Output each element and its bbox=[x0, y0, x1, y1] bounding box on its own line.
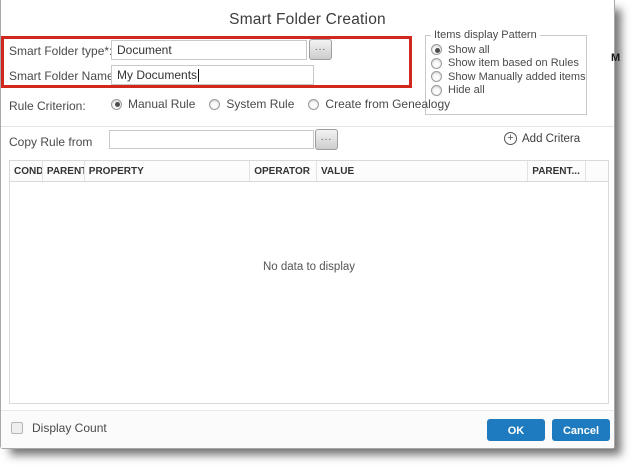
add-criteria-button[interactable]: + Add Critera bbox=[504, 132, 580, 145]
add-criteria-label: Add Critera bbox=[522, 133, 580, 145]
copy-rule-from-label: Copy Rule from bbox=[9, 135, 92, 149]
column-header-condition[interactable]: COND... bbox=[10, 161, 42, 181]
column-header-parent-1[interactable]: PARENT... bbox=[42, 161, 84, 181]
screen: Smart Folder Creation Smart Folder type*… bbox=[0, 0, 634, 467]
radio-label: Show item based on Rules bbox=[448, 57, 579, 69]
radio-show-item-based-on-rules[interactable]: Show item based on Rules bbox=[431, 57, 586, 69]
section-divider bbox=[1, 126, 614, 127]
column-header-property[interactable]: PROPERTY bbox=[84, 161, 249, 181]
smart-folder-type-input[interactable]: Document bbox=[111, 40, 307, 60]
rule-criterion-label: Rule Criterion: bbox=[9, 99, 86, 113]
radio-hide-all[interactable]: Hide all bbox=[431, 84, 586, 96]
radio-label: Show Manually added items bbox=[448, 71, 586, 83]
radio-label: Hide all bbox=[448, 84, 485, 96]
criteria-table-header: COND... PARENT... PROPERTY OPERATOR VALU… bbox=[10, 161, 608, 182]
radio-button-icon[interactable] bbox=[209, 99, 220, 110]
radio-button-icon[interactable] bbox=[431, 44, 442, 55]
smart-folder-creation-dialog: Smart Folder Creation Smart Folder type*… bbox=[0, 0, 615, 449]
radio-show-all[interactable]: Show all bbox=[431, 44, 586, 56]
rule-criterion-options: Manual Rule System Rule Create from Gene… bbox=[111, 97, 458, 111]
smart-folder-name-label: Smart Folder Name*: bbox=[9, 69, 122, 83]
radio-button-icon[interactable] bbox=[308, 99, 319, 110]
radio-show-manually-added-items[interactable]: Show Manually added items bbox=[431, 71, 586, 83]
copy-rule-from-input[interactable] bbox=[109, 130, 314, 149]
circled-plus-icon: + bbox=[504, 132, 517, 145]
display-count-label: Display Count bbox=[32, 421, 107, 435]
column-header-blank[interactable] bbox=[585, 161, 608, 181]
radio-manual-rule[interactable]: Manual Rule bbox=[128, 97, 195, 111]
empty-table-message: No data to display bbox=[10, 261, 608, 273]
dialog-title: Smart Folder Creation bbox=[1, 11, 614, 29]
criteria-table: COND... PARENT... PROPERTY OPERATOR VALU… bbox=[9, 160, 609, 404]
radio-button-icon[interactable] bbox=[431, 58, 442, 69]
radio-button-icon[interactable] bbox=[431, 85, 442, 96]
radio-button-icon[interactable] bbox=[431, 71, 442, 82]
display-count-checkbox[interactable] bbox=[11, 422, 23, 434]
display-count-option[interactable]: Display Count bbox=[11, 421, 107, 435]
smart-folder-name-input[interactable]: My Documents bbox=[111, 65, 314, 85]
radio-button-icon[interactable] bbox=[111, 99, 122, 110]
smart-folder-type-browse-button[interactable]: ... bbox=[309, 39, 332, 60]
cancel-button[interactable]: Cancel bbox=[552, 419, 610, 441]
radio-create-from-genealogy[interactable]: Create from Genealogy bbox=[325, 97, 450, 111]
text-cursor bbox=[198, 69, 199, 82]
column-header-operator[interactable]: OPERATOR bbox=[249, 161, 316, 181]
column-header-parent-2[interactable]: PARENT... bbox=[527, 161, 585, 181]
smart-folder-name-value: My Documents bbox=[117, 68, 197, 82]
background-text-fragment: M bbox=[611, 52, 620, 64]
radio-system-rule[interactable]: System Rule bbox=[226, 97, 294, 111]
column-header-value[interactable]: VALUE bbox=[316, 161, 527, 181]
copy-rule-browse-button[interactable]: ... bbox=[315, 129, 338, 150]
items-display-pattern-legend: Items display Pattern bbox=[431, 29, 540, 41]
smart-folder-type-label: Smart Folder type*: bbox=[9, 44, 112, 58]
radio-label: Show all bbox=[448, 44, 490, 56]
ok-button[interactable]: OK bbox=[487, 419, 545, 441]
